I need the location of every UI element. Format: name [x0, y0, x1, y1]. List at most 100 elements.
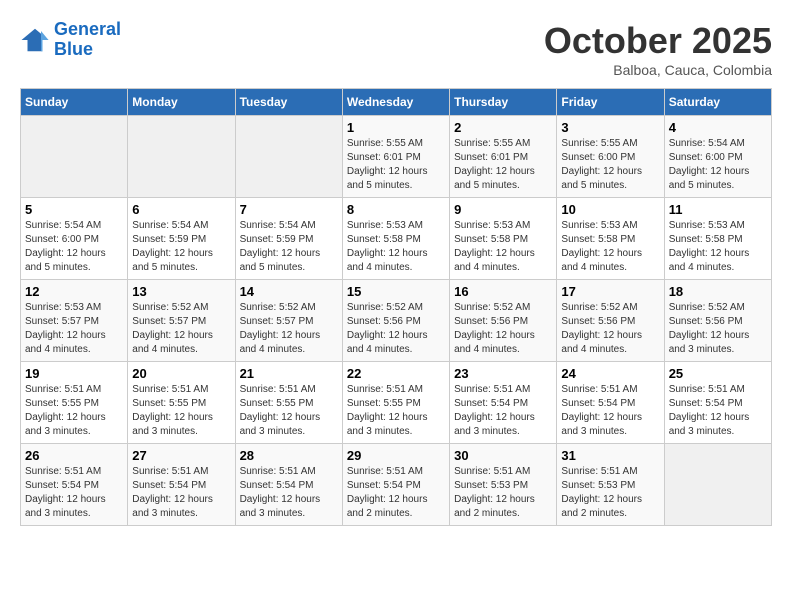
week-row-2: 5 Sunrise: 5:54 AM Sunset: 6:00 PM Daylig… — [21, 198, 772, 280]
week-row-3: 12 Sunrise: 5:53 AM Sunset: 5:57 PM Dayli… — [21, 280, 772, 362]
day-number: 20 — [132, 366, 230, 381]
location: Balboa, Cauca, Colombia — [544, 62, 772, 78]
day-cell — [21, 116, 128, 198]
day-cell: 24 Sunrise: 5:51 AM Sunset: 5:54 PM Dayli… — [557, 362, 664, 444]
day-info: Sunrise: 5:55 AM Sunset: 6:00 PM Dayligh… — [561, 137, 659, 193]
day-cell: 10 Sunrise: 5:53 AM Sunset: 5:58 PM Dayli… — [557, 198, 664, 280]
day-number: 21 — [240, 366, 338, 381]
day-number: 18 — [669, 284, 767, 299]
day-info: Sunrise: 5:55 AM Sunset: 6:01 PM Dayligh… — [347, 137, 445, 193]
day-info: Sunrise: 5:52 AM Sunset: 5:56 PM Dayligh… — [669, 301, 767, 357]
day-info: Sunrise: 5:52 AM Sunset: 5:57 PM Dayligh… — [132, 301, 230, 357]
day-cell: 3 Sunrise: 5:55 AM Sunset: 6:00 PM Daylig… — [557, 116, 664, 198]
day-cell: 31 Sunrise: 5:51 AM Sunset: 5:53 PM Dayli… — [557, 444, 664, 526]
col-header-thursday: Thursday — [450, 89, 557, 116]
day-cell: 7 Sunrise: 5:54 AM Sunset: 5:59 PM Daylig… — [235, 198, 342, 280]
week-row-1: 1 Sunrise: 5:55 AM Sunset: 6:01 PM Daylig… — [21, 116, 772, 198]
day-number: 17 — [561, 284, 659, 299]
col-header-wednesday: Wednesday — [342, 89, 449, 116]
day-info: Sunrise: 5:51 AM Sunset: 5:55 PM Dayligh… — [347, 383, 445, 439]
col-header-friday: Friday — [557, 89, 664, 116]
calendar-header-row: SundayMondayTuesdayWednesdayThursdayFrid… — [21, 89, 772, 116]
day-cell: 20 Sunrise: 5:51 AM Sunset: 5:55 PM Dayli… — [128, 362, 235, 444]
day-info: Sunrise: 5:51 AM Sunset: 5:54 PM Dayligh… — [132, 465, 230, 521]
day-number: 11 — [669, 202, 767, 217]
day-info: Sunrise: 5:51 AM Sunset: 5:54 PM Dayligh… — [561, 383, 659, 439]
day-number: 23 — [454, 366, 552, 381]
day-cell — [664, 444, 771, 526]
day-cell: 12 Sunrise: 5:53 AM Sunset: 5:57 PM Dayli… — [21, 280, 128, 362]
day-info: Sunrise: 5:53 AM Sunset: 5:57 PM Dayligh… — [25, 301, 123, 357]
day-cell: 29 Sunrise: 5:51 AM Sunset: 5:54 PM Dayli… — [342, 444, 449, 526]
logo: General Blue — [20, 20, 121, 60]
day-number: 3 — [561, 120, 659, 135]
day-info: Sunrise: 5:52 AM Sunset: 5:56 PM Dayligh… — [347, 301, 445, 357]
day-info: Sunrise: 5:51 AM Sunset: 5:53 PM Dayligh… — [561, 465, 659, 521]
day-info: Sunrise: 5:54 AM Sunset: 5:59 PM Dayligh… — [240, 219, 338, 275]
day-cell: 19 Sunrise: 5:51 AM Sunset: 5:55 PM Dayli… — [21, 362, 128, 444]
day-number: 1 — [347, 120, 445, 135]
day-info: Sunrise: 5:51 AM Sunset: 5:53 PM Dayligh… — [454, 465, 552, 521]
day-number: 27 — [132, 448, 230, 463]
day-info: Sunrise: 5:52 AM Sunset: 5:57 PM Dayligh… — [240, 301, 338, 357]
day-number: 26 — [25, 448, 123, 463]
month-title: October 2025 — [544, 20, 772, 62]
day-number: 30 — [454, 448, 552, 463]
day-info: Sunrise: 5:52 AM Sunset: 5:56 PM Dayligh… — [454, 301, 552, 357]
day-number: 29 — [347, 448, 445, 463]
day-cell: 8Sunrise: 5:53 AM Sunset: 5:58 PM Daylig… — [342, 198, 449, 280]
day-info: Sunrise: 5:53 AM Sunset: 5:58 PM Dayligh… — [561, 219, 659, 275]
day-number: 14 — [240, 284, 338, 299]
col-header-sunday: Sunday — [21, 89, 128, 116]
day-number: 25 — [669, 366, 767, 381]
day-number: 2 — [454, 120, 552, 135]
day-cell: 28Sunrise: 5:51 AM Sunset: 5:54 PM Dayli… — [235, 444, 342, 526]
day-number: 22 — [347, 366, 445, 381]
day-info: Sunrise: 5:51 AM Sunset: 5:55 PM Dayligh… — [132, 383, 230, 439]
day-cell: 25Sunrise: 5:51 AM Sunset: 5:54 PM Dayli… — [664, 362, 771, 444]
day-number: 10 — [561, 202, 659, 217]
day-cell: 1 Sunrise: 5:55 AM Sunset: 6:01 PM Daylig… — [342, 116, 449, 198]
day-number: 19 — [25, 366, 123, 381]
day-number: 16 — [454, 284, 552, 299]
day-info: Sunrise: 5:53 AM Sunset: 5:58 PM Dayligh… — [454, 219, 552, 275]
day-number: 6 — [132, 202, 230, 217]
day-cell: 23 Sunrise: 5:51 AM Sunset: 5:54 PM Dayli… — [450, 362, 557, 444]
title-block: October 2025 Balboa, Cauca, Colombia — [544, 20, 772, 78]
calendar-table: SundayMondayTuesdayWednesdayThursdayFrid… — [20, 88, 772, 526]
col-header-saturday: Saturday — [664, 89, 771, 116]
day-info: Sunrise: 5:53 AM Sunset: 5:58 PM Dayligh… — [669, 219, 767, 275]
day-info: Sunrise: 5:51 AM Sunset: 5:54 PM Dayligh… — [25, 465, 123, 521]
week-row-4: 19 Sunrise: 5:51 AM Sunset: 5:55 PM Dayli… — [21, 362, 772, 444]
day-cell: 11 Sunrise: 5:53 AM Sunset: 5:58 PM Dayli… — [664, 198, 771, 280]
day-cell — [128, 116, 235, 198]
day-cell: 22 Sunrise: 5:51 AM Sunset: 5:55 PM Dayli… — [342, 362, 449, 444]
col-header-tuesday: Tuesday — [235, 89, 342, 116]
day-cell: 21 Sunrise: 5:51 AM Sunset: 5:55 PM Dayli… — [235, 362, 342, 444]
day-number: 31 — [561, 448, 659, 463]
day-info: Sunrise: 5:51 AM Sunset: 5:54 PM Dayligh… — [347, 465, 445, 521]
logo-text: General Blue — [54, 20, 121, 60]
day-cell: 5 Sunrise: 5:54 AM Sunset: 6:00 PM Daylig… — [21, 198, 128, 280]
col-header-monday: Monday — [128, 89, 235, 116]
day-info: Sunrise: 5:54 AM Sunset: 6:00 PM Dayligh… — [25, 219, 123, 275]
day-info: Sunrise: 5:51 AM Sunset: 5:55 PM Dayligh… — [240, 383, 338, 439]
logo-line2: Blue — [54, 39, 93, 59]
day-info: Sunrise: 5:51 AM Sunset: 5:54 PM Dayligh… — [454, 383, 552, 439]
day-cell — [235, 116, 342, 198]
day-number: 5 — [25, 202, 123, 217]
day-cell: 13Sunrise: 5:52 AM Sunset: 5:57 PM Dayli… — [128, 280, 235, 362]
day-number: 12 — [25, 284, 123, 299]
week-row-5: 26 Sunrise: 5:51 AM Sunset: 5:54 PM Dayli… — [21, 444, 772, 526]
day-cell: 9Sunrise: 5:53 AM Sunset: 5:58 PM Daylig… — [450, 198, 557, 280]
page-header: General Blue October 2025 Balboa, Cauca,… — [20, 20, 772, 78]
day-info: Sunrise: 5:54 AM Sunset: 6:00 PM Dayligh… — [669, 137, 767, 193]
day-number: 7 — [240, 202, 338, 217]
day-number: 24 — [561, 366, 659, 381]
day-info: Sunrise: 5:51 AM Sunset: 5:55 PM Dayligh… — [25, 383, 123, 439]
day-cell: 30 Sunrise: 5:51 AM Sunset: 5:53 PM Dayli… — [450, 444, 557, 526]
day-info: Sunrise: 5:55 AM Sunset: 6:01 PM Dayligh… — [454, 137, 552, 193]
day-cell: 14 Sunrise: 5:52 AM Sunset: 5:57 PM Dayli… — [235, 280, 342, 362]
logo-icon — [20, 25, 50, 55]
day-number: 8 — [347, 202, 445, 217]
